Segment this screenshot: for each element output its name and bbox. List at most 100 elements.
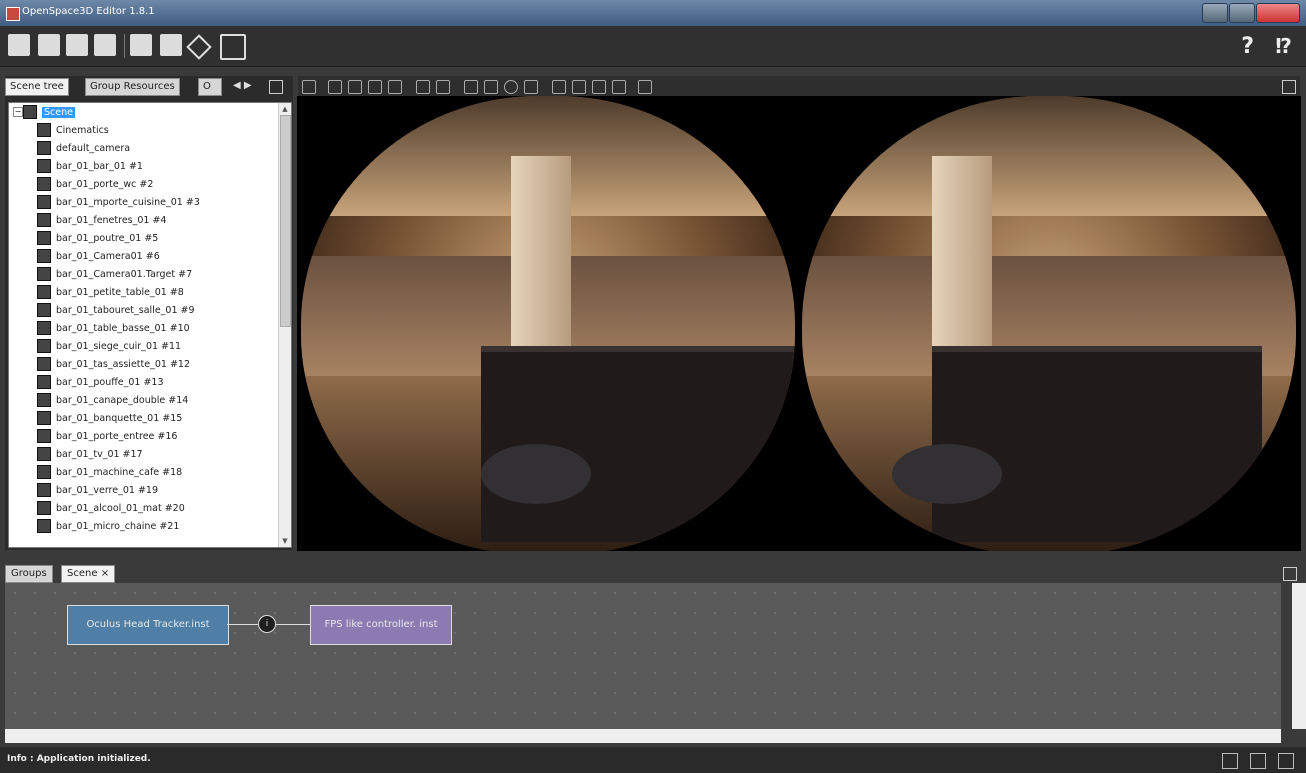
import-icon[interactable] (130, 34, 152, 56)
grid-icon[interactable] (464, 80, 478, 94)
new-file-icon[interactable] (8, 34, 30, 56)
dock-icon[interactable] (1283, 567, 1297, 581)
object-icon (37, 483, 51, 497)
tree-item[interactable]: bar_01_micro_chaine #21 (37, 517, 291, 535)
tree-item-label: bar_01_alcool_01_mat #20 (56, 502, 185, 514)
tree-item[interactable]: bar_01_tv_01 #17 (37, 445, 291, 463)
tree-item[interactable]: bar_01_petite_table_01 #8 (37, 283, 291, 301)
object-icon (37, 267, 51, 281)
scale-icon[interactable] (388, 80, 402, 94)
scene-icon (23, 105, 37, 119)
scroll-thumb[interactable] (280, 115, 291, 327)
redo-icon[interactable] (436, 80, 450, 94)
help-icon[interactable]: ? (1241, 34, 1254, 59)
tree-item[interactable]: bar_01_bar_01 #1 (37, 157, 291, 175)
tab-overflow[interactable]: O (198, 78, 222, 96)
tree-item-label: bar_01_petite_table_01 #8 (56, 286, 184, 298)
tree-item[interactable]: bar_01_porte_entree #16 (37, 427, 291, 445)
maximize-button[interactable] (1229, 3, 1255, 23)
dock-icon[interactable] (269, 80, 283, 94)
tree-item-label: bar_01_tas_assiette_01 #12 (56, 358, 190, 370)
tree-item[interactable]: bar_01_mporte_cuisine_01 #3 (37, 193, 291, 211)
collapse-icon[interactable]: − (13, 107, 23, 117)
object-icon (37, 339, 51, 353)
tree-item[interactable]: Cinematics (37, 121, 291, 139)
scene-panel-tabs: Scene tree Group Resources O ◀ ▶ (5, 76, 293, 96)
graph-node-oculus[interactable]: Oculus Head Tracker.inst (67, 605, 229, 645)
relation-graph[interactable]: Oculus Head Tracker.inst i FPS like cont… (5, 583, 1281, 729)
context-help-icon[interactable]: ⁉ (1275, 34, 1292, 58)
title-bar: OpenSpace3D Editor 1.8.1 (0, 0, 1306, 26)
tree-item-label: bar_01_table_basse_01 #10 (56, 322, 190, 334)
calculator-icon[interactable] (160, 34, 182, 56)
tree-item[interactable]: bar_01_siege_cuir_01 #11 (37, 337, 291, 355)
tree-item[interactable]: default_camera (37, 139, 291, 157)
tree-item[interactable]: bar_01_Camera01.Target #7 (37, 265, 291, 283)
tab-scene-tree[interactable]: Scene tree (5, 78, 69, 96)
tree-item[interactable]: bar_01_tas_assiette_01 #12 (37, 355, 291, 373)
scroll-down-icon[interactable]: ▼ (279, 535, 291, 547)
select-icon[interactable] (328, 80, 342, 94)
user-icon[interactable] (1222, 753, 1238, 769)
tree-item[interactable]: bar_01_alcool_01_mat #20 (37, 499, 291, 517)
tree-item[interactable]: bar_01_pouffe_01 #13 (37, 373, 291, 391)
tree-root-scene[interactable]: Scene (23, 103, 291, 121)
graph-vertical-scrollbar[interactable] (1292, 583, 1306, 729)
scene-tree-scrollbar[interactable]: ▲ ▼ (278, 103, 291, 547)
tree-item[interactable]: bar_01_fenetres_01 #4 (37, 211, 291, 229)
link-info-icon[interactable]: i (258, 615, 276, 633)
tab-scene[interactable]: Scene × (61, 565, 116, 583)
minimize-button[interactable] (1202, 3, 1228, 23)
tree-item[interactable]: bar_01_canape_double #14 (37, 391, 291, 409)
graph-horizontal-scrollbar[interactable] (5, 729, 1281, 743)
dock-icon[interactable] (1278, 753, 1294, 769)
plane-icon[interactable] (524, 80, 538, 94)
object-icon (37, 393, 51, 407)
3d-viewport[interactable] (297, 96, 1301, 551)
save-icon[interactable] (66, 34, 88, 56)
tab-scroll-arrows[interactable]: ◀ ▶ (233, 80, 252, 91)
tree-item[interactable]: bar_01_porte_wc #2 (37, 175, 291, 193)
tree-item[interactable]: bar_01_Camera01 #6 (37, 247, 291, 265)
tree-item-label: bar_01_Camera01 #6 (56, 250, 160, 262)
rotate-icon[interactable] (368, 80, 382, 94)
tab-group-resources[interactable]: Group Resources (85, 78, 180, 96)
tab-groups[interactable]: Groups (5, 565, 53, 583)
dock-icon[interactable] (1282, 80, 1296, 94)
tree-item[interactable]: bar_01_verre_01 #19 (37, 481, 291, 499)
camera-icon[interactable] (302, 80, 316, 94)
cube-icon[interactable] (484, 80, 498, 94)
close-button[interactable] (1256, 3, 1300, 23)
tree-item[interactable]: bar_01_table_basse_01 #10 (37, 319, 291, 337)
scroll-up-icon[interactable]: ▲ (279, 103, 291, 115)
tree-item-label: bar_01_siege_cuir_01 #11 (56, 340, 182, 352)
tools-icon[interactable] (186, 34, 212, 60)
tree-item[interactable]: bar_01_banquette_01 #15 (37, 409, 291, 427)
tab-close-icon[interactable]: × (101, 568, 109, 579)
tree-item[interactable]: bar_01_machine_cafe #18 (37, 463, 291, 481)
view-side-icon[interactable] (572, 80, 586, 94)
view-front-icon[interactable] (552, 80, 566, 94)
undo-icon[interactable] (416, 80, 430, 94)
network-icon[interactable] (1250, 753, 1266, 769)
view-top-icon[interactable] (592, 80, 606, 94)
app-icon (6, 7, 20, 21)
sphere-icon[interactable] (504, 80, 518, 94)
tree-item-label: bar_01_canape_double #14 (56, 394, 189, 406)
tree-item-label: bar_01_tabouret_salle_01 #9 (56, 304, 195, 316)
tree-item[interactable]: bar_01_tabouret_salle_01 #9 (37, 301, 291, 319)
object-icon (37, 177, 51, 191)
play-icon[interactable] (220, 34, 246, 60)
view-perspective-icon[interactable] (612, 80, 626, 94)
tree-item-label: bar_01_banquette_01 #15 (56, 412, 183, 424)
save-as-icon[interactable] (94, 34, 116, 56)
viewport-toolbar (298, 76, 1300, 96)
open-icon[interactable] (38, 34, 60, 56)
graph-link (227, 624, 258, 625)
status-text: Info : Application initialized. (7, 754, 151, 764)
move-icon[interactable] (348, 80, 362, 94)
light-icon[interactable] (638, 80, 652, 94)
tree-item[interactable]: bar_01_poutre_01 #5 (37, 229, 291, 247)
graph-node-fps[interactable]: FPS like controller. inst (310, 605, 452, 645)
object-icon (37, 411, 51, 425)
